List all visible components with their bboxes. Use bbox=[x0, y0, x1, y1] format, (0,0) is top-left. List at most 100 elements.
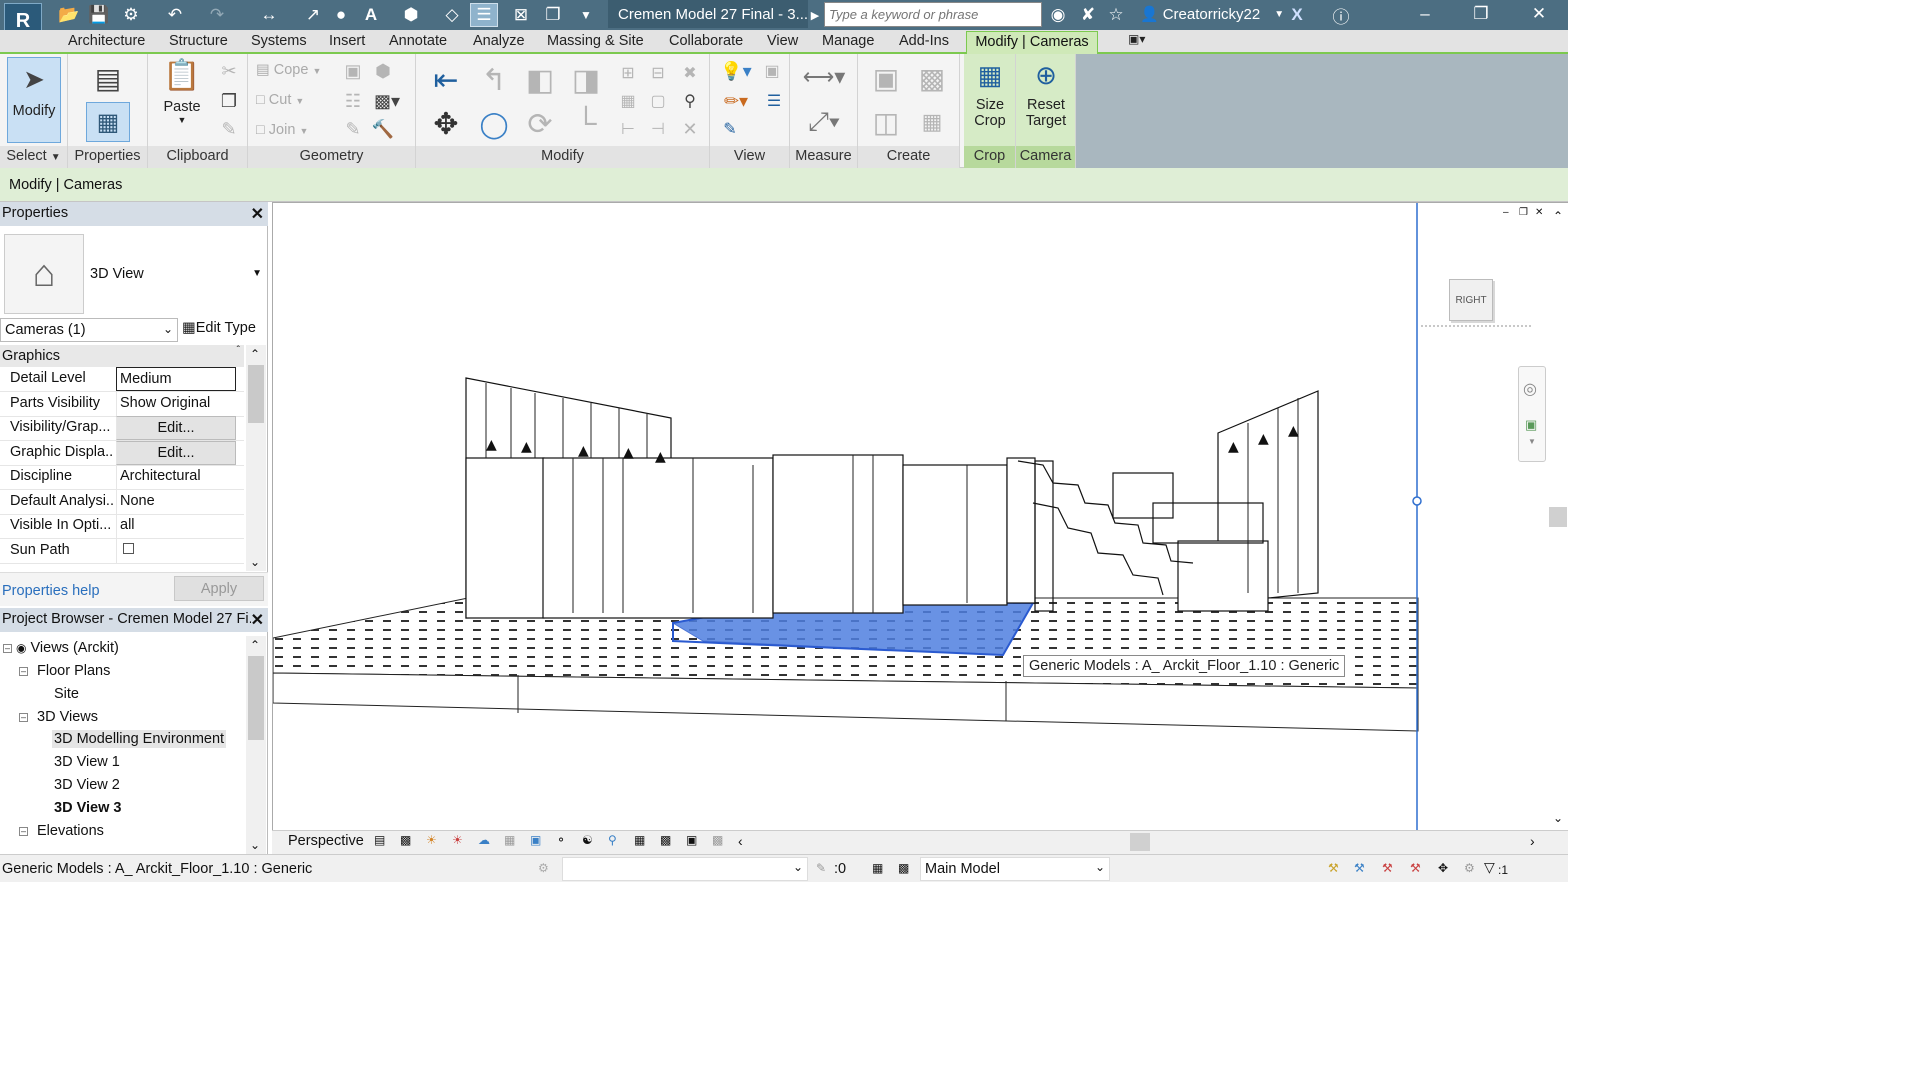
scroll-up-icon[interactable]: ⌃ bbox=[250, 347, 260, 361]
view-close-icon[interactable]: ✕ bbox=[1535, 207, 1543, 218]
paintbrush-icon[interactable]: ✏▾ bbox=[718, 90, 754, 112]
array-icon[interactable]: ▦ bbox=[616, 90, 640, 112]
line-style-icon[interactable]: ☰ bbox=[762, 90, 786, 112]
match-properties-icon[interactable]: ✎ bbox=[218, 118, 240, 140]
projection-label[interactable]: Perspective bbox=[288, 833, 364, 849]
project-browser-header[interactable]: Project Browser - Cremen Model 27 Fi... … bbox=[0, 608, 268, 632]
paint-icon[interactable]: ⬢ bbox=[372, 60, 394, 82]
join-button[interactable]: □ Join ▼ bbox=[256, 122, 308, 138]
split-gap-icon[interactable]: ⊟ bbox=[646, 62, 670, 84]
ribbon-minimize-icon[interactable]: ▣▾ bbox=[1128, 32, 1145, 46]
editable-only-icon[interactable]: ✎ bbox=[816, 861, 826, 875]
edit-type-button[interactable]: ▦Edit Type bbox=[182, 320, 256, 336]
binoculars-icon[interactable]: ◉ bbox=[1046, 3, 1070, 27]
dimension-icon[interactable]: ↗ bbox=[302, 3, 324, 27]
shadows-icon[interactable]: ☀ bbox=[452, 833, 463, 847]
sun-path-checkbox[interactable] bbox=[123, 543, 134, 554]
customize-qat-icon[interactable]: ▼ bbox=[576, 3, 596, 27]
cut-scissors-icon[interactable]: ✂ bbox=[218, 60, 240, 82]
3d-view-icon[interactable]: ⬢ bbox=[396, 3, 426, 27]
zoom-icon[interactable]: ▣ bbox=[1525, 417, 1537, 433]
save-icon[interactable]: 💾 bbox=[86, 3, 112, 27]
workset-icon[interactable]: ⚙ bbox=[538, 861, 549, 875]
aligned-dimension-icon[interactable]: ⤢▾ bbox=[796, 104, 852, 140]
beam-icon[interactable]: ✎ bbox=[342, 118, 364, 140]
graphic-display-edit-button[interactable]: Edit... bbox=[116, 441, 236, 465]
tab-massing-site[interactable]: Massing & Site bbox=[547, 33, 644, 49]
restore-icon[interactable]: ❐ bbox=[1458, 0, 1504, 28]
select-panel-label[interactable]: Select ▼ bbox=[0, 146, 67, 168]
scroll-down-icon[interactable]: ⌄ bbox=[250, 555, 260, 569]
hammer-icon[interactable]: 🔨 bbox=[372, 118, 394, 140]
drag-elements-icon[interactable]: ✥ bbox=[1438, 861, 1448, 875]
tab-annotate[interactable]: Annotate bbox=[389, 33, 447, 49]
section-icon[interactable]: ◇ bbox=[440, 3, 464, 27]
scroll-up-icon[interactable]: ⌃ bbox=[1553, 209, 1563, 223]
search-input[interactable] bbox=[824, 2, 1042, 27]
create-assembly-icon[interactable]: ▩ bbox=[912, 60, 952, 96]
viewcube[interactable]: RIGHT bbox=[1449, 279, 1493, 321]
close-icon[interactable]: ✕ bbox=[1516, 0, 1562, 28]
split-face-icon[interactable]: ☷ bbox=[342, 90, 364, 112]
horizontal-scrollbar-thumb[interactable] bbox=[1130, 833, 1150, 851]
type-selector[interactable]: 3D View ▼ bbox=[88, 234, 266, 314]
tree-elevations[interactable]: Elevations bbox=[37, 823, 104, 839]
close-icon[interactable]: ✕ bbox=[250, 610, 264, 630]
main-model-icon[interactable]: ▩ bbox=[898, 861, 909, 875]
collapse-toggle-icon[interactable]: – bbox=[19, 827, 28, 836]
view-minimize-icon[interactable]: – bbox=[1503, 207, 1509, 218]
visibility-edit-button[interactable]: Edit... bbox=[116, 416, 236, 440]
nav-chevron-down-icon[interactable]: ▼ bbox=[1528, 437, 1536, 446]
create-parts-icon[interactable]: ▣ bbox=[866, 60, 906, 96]
crop-view-icon[interactable]: ▦ bbox=[504, 833, 515, 847]
select-by-face-icon[interactable]: ⚒ bbox=[1410, 861, 1421, 875]
highlight-displacement-icon[interactable]: ▩ bbox=[712, 833, 723, 847]
redo-icon[interactable]: ↷ bbox=[202, 3, 232, 27]
size-crop-button[interactable]: ▦ Size Crop bbox=[966, 60, 1014, 144]
tree-item-3d-view-1[interactable]: 3D View 1 bbox=[54, 754, 120, 770]
collapse-toggle-icon[interactable]: – bbox=[19, 667, 28, 676]
measure-between-icon[interactable]: ⟷▾ bbox=[796, 62, 852, 92]
background-processes-icon[interactable]: ⚙ bbox=[1464, 861, 1475, 875]
rotate-icon[interactable]: ⟳ bbox=[520, 104, 560, 144]
detail-level-icon[interactable]: ▤ bbox=[374, 833, 385, 847]
steering-wheel-icon[interactable]: ◎ bbox=[1523, 379, 1537, 399]
worksharing-icon[interactable]: ▩ bbox=[660, 833, 671, 847]
subscription-icon[interactable]: ✘ bbox=[1076, 3, 1100, 27]
tree-item-site[interactable]: Site bbox=[54, 686, 79, 702]
scrollbar-thumb[interactable] bbox=[248, 365, 264, 423]
browser-scrollbar[interactable]: ⌃ ⌄ bbox=[246, 636, 266, 854]
reveal-hidden-icon[interactable]: ⚲ bbox=[608, 833, 617, 847]
detail-level-field[interactable]: Medium bbox=[116, 367, 236, 391]
chevron-left-icon[interactable]: ‹ bbox=[738, 833, 743, 849]
hide-in-view-icon[interactable]: ▣ bbox=[760, 60, 784, 82]
prop-value[interactable]: Show Original bbox=[116, 392, 236, 416]
tab-systems[interactable]: Systems bbox=[251, 33, 307, 49]
scroll-down-icon[interactable]: ⌄ bbox=[250, 838, 260, 852]
select-underlay-icon[interactable]: ⚒ bbox=[1354, 861, 1365, 875]
scrollbar-thumb[interactable] bbox=[248, 656, 264, 740]
design-option-dropdown[interactable]: Main Model ⌄ bbox=[920, 857, 1110, 881]
collapse-toggle-icon[interactable]: – bbox=[19, 713, 28, 722]
model-wireframe[interactable]: ▲ ▲ ▲ ▲ ▲ ▲ ▲ ▲ bbox=[273, 203, 1568, 830]
create-group-icon[interactable]: ◫ bbox=[866, 104, 906, 140]
tree-item-3d-view-2[interactable]: 3D View 2 bbox=[54, 777, 120, 793]
measure-icon[interactable]: ↔ bbox=[254, 3, 284, 27]
viewcube-compass[interactable] bbox=[1421, 321, 1531, 327]
reset-target-button[interactable]: ⊕ Reset Target bbox=[1018, 60, 1074, 144]
tab-add-ins[interactable]: Add-Ins bbox=[899, 33, 949, 49]
properties-help-link[interactable]: Properties help bbox=[2, 583, 100, 599]
temp-hide-icon[interactable]: ☯ bbox=[582, 833, 593, 847]
show-crop-icon[interactable]: ▣ bbox=[530, 833, 541, 847]
sun-path-icon[interactable]: ☀ bbox=[426, 833, 437, 847]
design-options-icon[interactable]: ▦ bbox=[872, 861, 883, 875]
split-icon[interactable]: ⊞ bbox=[616, 62, 640, 84]
tree-3d-views[interactable]: 3D Views bbox=[37, 709, 98, 725]
user-menu[interactable]: 👤 Creatorricky22 ▼ bbox=[1140, 0, 1284, 28]
wall-joins-icon[interactable]: ▣ bbox=[342, 60, 364, 82]
render-icon[interactable]: ☁ bbox=[478, 833, 490, 847]
3d-viewport[interactable]: ▲ ▲ ▲ ▲ ▲ ▲ ▲ ▲ Generic Models : A_ Arckit_Fl… bbox=[272, 202, 1568, 830]
lightbulb-icon[interactable]: 💡▾ bbox=[718, 60, 754, 82]
tab-structure[interactable]: Structure bbox=[169, 33, 228, 49]
viewport-scrollbar[interactable]: ⌃ ⌄ bbox=[1549, 207, 1567, 827]
